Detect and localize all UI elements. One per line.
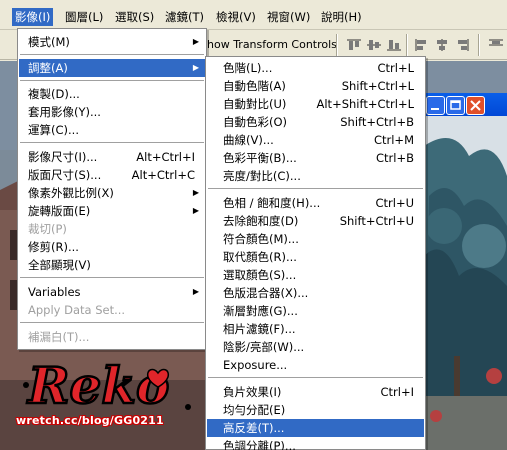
menu-item-hue-saturation[interactable]: 色相 / 飽和度(H)... Ctrl+U bbox=[207, 194, 424, 212]
document-window-titlebar[interactable] bbox=[424, 93, 507, 117]
menu-item-auto-contrast[interactable]: 自動對比(U) Alt+Shift+Ctrl+L bbox=[207, 95, 424, 113]
align-left-icon[interactable] bbox=[414, 38, 430, 52]
menu-item-duplicate[interactable]: 複製(D)... bbox=[19, 85, 205, 103]
menu-view[interactable]: 檢視(V) bbox=[213, 8, 259, 26]
adjustments-submenu: 色階(L)... Ctrl+L 自動色階(A) Shift+Ctrl+L 自動對比(… bbox=[205, 56, 426, 450]
distribute-top-icon[interactable] bbox=[488, 38, 504, 52]
menu-item-selective-color[interactable]: 選取顏色(S)... bbox=[207, 266, 424, 284]
menu-item-calculations[interactable]: 運算(C)... bbox=[19, 121, 205, 139]
menu-filter[interactable]: 濾鏡(T) bbox=[162, 8, 207, 26]
menu-item-auto-color[interactable]: 自動色彩(O) Shift+Ctrl+B bbox=[207, 113, 424, 131]
menu-item-gradient-map[interactable]: 漸層對應(G)... bbox=[207, 302, 424, 320]
align-right-icon[interactable] bbox=[454, 38, 470, 52]
svg-text:Reko: Reko bbox=[26, 356, 169, 415]
menu-item-posterize[interactable]: 色調分離(P)... bbox=[207, 437, 424, 450]
close-button[interactable] bbox=[466, 96, 485, 115]
menu-separator bbox=[208, 188, 423, 190]
menu-item-reveal-all[interactable]: 全部顯現(V) bbox=[19, 256, 205, 274]
menu-item-match-color[interactable]: 符合顏色(M)... bbox=[207, 230, 424, 248]
menu-item-adjust[interactable]: 調整(A) ▶ bbox=[19, 59, 205, 77]
menu-bar: 影像(I) 圖層(L) 選取(S) 濾鏡(T) 檢視(V) 視窗(W) 說明(H… bbox=[0, 0, 507, 30]
menu-item-shadow-highlight[interactable]: 陰影/亮部(W)... bbox=[207, 338, 424, 356]
menu-separator bbox=[208, 377, 423, 379]
menu-item-color-balance[interactable]: 色彩平衡(B)... Ctrl+B bbox=[207, 149, 424, 167]
menu-item-trap[interactable]: 補漏白(T)... bbox=[19, 328, 205, 346]
menu-item-canvas-size[interactable]: 版面尺寸(S)... Alt+Ctrl+C bbox=[19, 166, 205, 184]
menu-item-channel-mixer[interactable]: 色版混合器(X)... bbox=[207, 284, 424, 302]
menu-item-photo-filter[interactable]: 相片濾鏡(F)... bbox=[207, 320, 424, 338]
menu-item-apply-data-set[interactable]: Apply Data Set... bbox=[19, 301, 205, 319]
reko-watermark-logo: Reko bbox=[18, 355, 218, 445]
menu-item-equalize[interactable]: 均勻分配(E) bbox=[207, 401, 424, 419]
menu-item-curves[interactable]: 曲線(V)... Ctrl+M bbox=[207, 131, 424, 149]
submenu-arrow-icon: ▶ bbox=[192, 206, 199, 215]
menu-help[interactable]: 說明(H) bbox=[318, 8, 365, 26]
menu-item-desaturate[interactable]: 去除飽和度(D) Shift+Ctrl+U bbox=[207, 212, 424, 230]
menu-item-trim[interactable]: 修剪(R)... bbox=[19, 238, 205, 256]
image-menu: 模式(M) ▶ 調整(A) ▶ 複製(D)... 套用影像(Y)... 運算(C).… bbox=[17, 28, 207, 350]
menu-item-image-size[interactable]: 影像尺寸(I)... Alt+Ctrl+I bbox=[19, 148, 205, 166]
menu-item-replace-color[interactable]: 取代顏色(R)... bbox=[207, 248, 424, 266]
menu-item-invert[interactable]: 負片效果(I) Ctrl+I bbox=[207, 383, 424, 401]
menu-item-levels[interactable]: 色階(L)... Ctrl+L bbox=[207, 59, 424, 77]
document-photo-trees bbox=[424, 116, 507, 450]
submenu-arrow-icon: ▶ bbox=[192, 188, 199, 197]
align-top-icon[interactable] bbox=[346, 38, 362, 52]
menu-item-apply-image[interactable]: 套用影像(Y)... bbox=[19, 103, 205, 121]
menu-item-rotate-canvas[interactable]: 旋轉版面(E) ▶ bbox=[19, 202, 205, 220]
menu-item-exposure[interactable]: Exposure... bbox=[207, 356, 424, 374]
watermark-url: wretch.cc/blog/GG0211 bbox=[16, 414, 164, 427]
menu-item-auto-levels[interactable]: 自動色階(A) Shift+Ctrl+L bbox=[207, 77, 424, 95]
menu-layer[interactable]: 圖層(L) bbox=[62, 8, 106, 26]
menu-separator bbox=[20, 277, 204, 279]
menu-item-brightness-contrast[interactable]: 亮度/對比(C)... bbox=[207, 167, 424, 185]
submenu-arrow-icon: ▶ bbox=[192, 287, 199, 296]
align-vertical-center-icon[interactable] bbox=[366, 38, 382, 52]
menu-select[interactable]: 選取(S) bbox=[112, 8, 157, 26]
minimize-button[interactable] bbox=[426, 96, 445, 115]
menu-item-mode[interactable]: 模式(M) ▶ bbox=[19, 33, 205, 51]
toolbar-separator bbox=[336, 34, 338, 56]
maximize-button[interactable] bbox=[446, 96, 465, 115]
menu-image[interactable]: 影像(I) bbox=[12, 8, 54, 26]
menu-window[interactable]: 視窗(W) bbox=[264, 8, 313, 26]
menu-separator bbox=[20, 142, 204, 144]
menu-item-crop[interactable]: 裁切(P) bbox=[19, 220, 205, 238]
menu-separator bbox=[20, 54, 204, 56]
show-transform-controls-label[interactable]: how Transform Controls bbox=[207, 38, 337, 51]
align-horizontal-center-icon[interactable] bbox=[434, 38, 450, 52]
menu-item-pixel-aspect-ratio[interactable]: 像素外觀比例(X) ▶ bbox=[19, 184, 205, 202]
menu-item-threshold[interactable]: 高反差(T)... bbox=[207, 419, 424, 437]
submenu-arrow-icon: ▶ bbox=[192, 63, 199, 72]
menu-item-variables[interactable]: Variables ▶ bbox=[19, 283, 205, 301]
submenu-arrow-icon: ▶ bbox=[192, 37, 199, 46]
menu-separator bbox=[20, 322, 204, 324]
toolbar-separator bbox=[478, 34, 480, 56]
align-bottom-icon[interactable] bbox=[386, 38, 402, 52]
toolbar-separator bbox=[406, 34, 408, 56]
menu-separator bbox=[20, 80, 204, 82]
